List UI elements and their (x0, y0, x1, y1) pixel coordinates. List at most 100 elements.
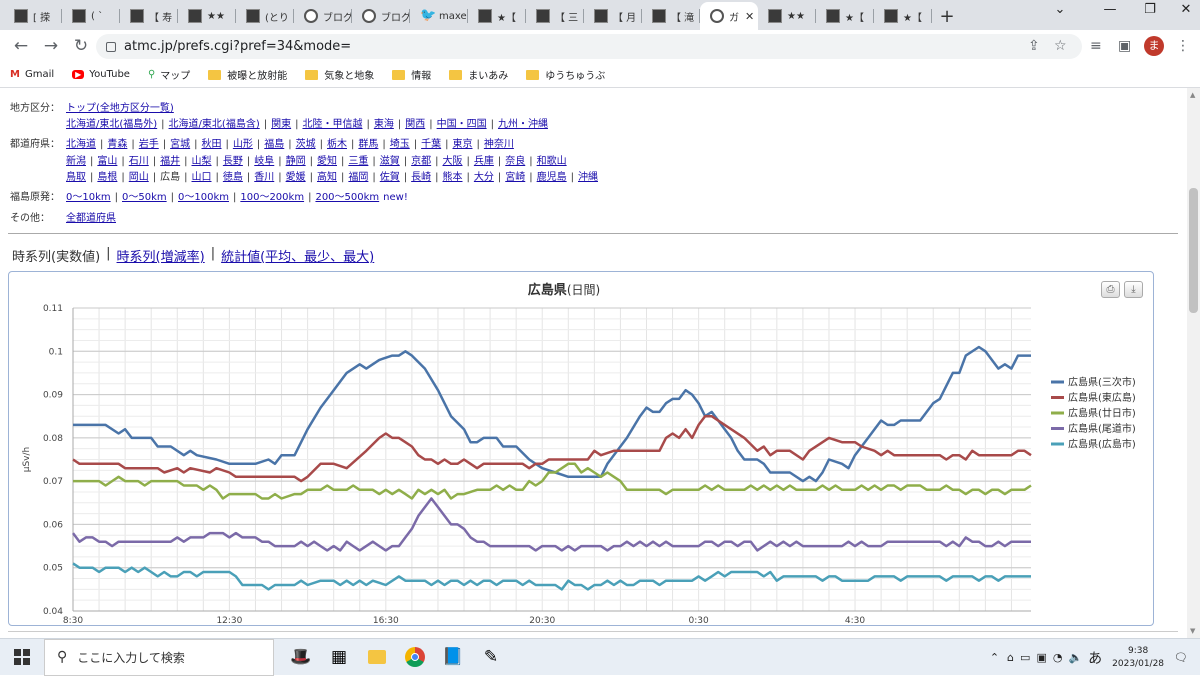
browser-tab[interactable]: ★★ (178, 2, 236, 30)
chrome-icon[interactable] (396, 639, 434, 676)
search-highlight-icon[interactable]: 🎩 (282, 639, 320, 676)
nav-link[interactable]: 中国・四国 (437, 119, 487, 130)
nav-link[interactable]: 0〜100km (178, 192, 229, 203)
notepad-icon[interactable]: 📘 (434, 639, 472, 676)
nav-link[interactable]: 宮崎 (505, 172, 525, 183)
nav-link[interactable]: 静岡 (286, 156, 306, 167)
app-icon[interactable]: ▦ (320, 639, 358, 676)
tab-close-icon[interactable]: ✕ (745, 10, 754, 23)
pen-icon[interactable]: ✎ (472, 639, 510, 676)
nav-link[interactable]: 山形 (233, 139, 253, 150)
browser-tab[interactable]: [ 㨲 (4, 2, 62, 30)
browser-tab[interactable]: ガ ✕ (700, 2, 758, 30)
nav-link[interactable]: 長崎 (411, 172, 431, 183)
nav-link[interactable]: 鳥取 (66, 172, 86, 183)
nav-link[interactable]: 北海道/東北(福島含) (169, 119, 260, 130)
nav-link[interactable]: 埼玉 (390, 139, 410, 150)
side-panel-icon[interactable]: ▣ (1118, 38, 1131, 54)
nav-link[interactable]: 山口 (192, 172, 212, 183)
nav-link[interactable]: 福島 (264, 139, 284, 150)
nav-link[interactable]: 関東 (271, 119, 291, 130)
nav-link[interactable]: 北陸・甲信越 (302, 119, 362, 130)
nav-link[interactable]: 香川 (254, 172, 274, 183)
network-icon[interactable]: ⌂ (1007, 651, 1014, 664)
scroll-up-icon[interactable]: ▲ (1190, 91, 1195, 99)
nav-link[interactable]: 奈良 (505, 156, 525, 167)
bookmark-star-icon[interactable]: ☆ (1054, 38, 1067, 54)
tab-timeseries-change[interactable]: 時系列(増減率) (117, 246, 205, 265)
notification-icon[interactable]: 🗨 (1174, 651, 1188, 664)
nav-link[interactable]: 長野 (223, 156, 243, 167)
address-bar[interactable]: atmc.jp/prefs.cgi?pref=34&mode= (96, 34, 1082, 59)
scroll-down-icon[interactable]: ▼ (1190, 627, 1195, 635)
nav-link[interactable]: 東海 (374, 119, 394, 130)
menu-kebab-icon[interactable]: ⋮ (1176, 38, 1190, 54)
chevron-up-icon[interactable]: ⌃ (990, 651, 999, 664)
page-scrollbar[interactable]: ▲ ▼ (1187, 88, 1200, 638)
nav-link[interactable]: 0〜10km (66, 192, 111, 203)
browser-tab[interactable]: ブログ (294, 2, 352, 30)
browser-tab[interactable]: ★【 (816, 2, 874, 30)
nav-link[interactable]: 千葉 (421, 139, 441, 150)
close-window-button[interactable]: ✕ (1166, 2, 1200, 17)
nav-link[interactable]: 沖縄 (578, 172, 598, 183)
nav-link[interactable]: 北海道/東北(福島外) (66, 119, 157, 130)
bookmark-item[interactable]: 情報 (392, 67, 431, 82)
nav-link[interactable]: トップ(全地方区分一覧) (66, 103, 174, 114)
nav-link[interactable]: 岡山 (129, 172, 149, 183)
nav-link[interactable]: 山梨 (192, 156, 212, 167)
nav-link[interactable]: 100〜200km (240, 192, 304, 203)
profile-avatar[interactable]: ま (1144, 36, 1164, 56)
ime-indicator[interactable]: あ (1088, 648, 1102, 668)
display-icon[interactable]: ▣ (1036, 651, 1046, 664)
nav-link[interactable]: 関西 (405, 119, 425, 130)
download-icon[interactable]: ⤓ (1124, 281, 1143, 298)
browser-tab[interactable]: (とり (236, 2, 294, 30)
nav-link[interactable]: 神奈川 (484, 139, 514, 150)
nav-link[interactable]: 兵庫 (474, 156, 494, 167)
nav-link[interactable]: 佐賀 (380, 172, 400, 183)
nav-link[interactable]: 栃木 (327, 139, 347, 150)
wifi-icon[interactable]: ◔ (1053, 651, 1063, 664)
nav-link[interactable]: 200〜500km (315, 192, 379, 203)
clock[interactable]: 9:38 2023/01/28 (1112, 645, 1164, 671)
nav-link[interactable]: 大阪 (443, 156, 463, 167)
scroll-thumb[interactable] (1189, 188, 1198, 313)
forward-arrow-icon[interactable]: → (36, 36, 66, 56)
nav-link[interactable]: 滋賀 (380, 156, 400, 167)
nav-link[interactable]: 秋田 (202, 139, 222, 150)
nav-link[interactable]: 東京 (453, 139, 473, 150)
browser-tab[interactable]: 【 三 (526, 2, 584, 30)
nav-link[interactable]: 九州・沖縄 (498, 119, 548, 130)
back-arrow-icon[interactable]: ← (6, 36, 36, 56)
reload-icon[interactable]: ↻ (66, 36, 96, 56)
nav-link[interactable]: 福井 (160, 156, 180, 167)
nav-link[interactable]: 岩手 (139, 139, 159, 150)
bookmark-item[interactable]: ▶ YouTube (72, 69, 130, 80)
nav-link[interactable]: 福岡 (348, 172, 368, 183)
maximize-button[interactable]: ❐ (1130, 2, 1170, 17)
nav-link[interactable]: 愛知 (317, 156, 337, 167)
bookmark-item[interactable]: ゆうちゅうぶ (526, 67, 605, 82)
browser-tab[interactable]: ★★ (758, 2, 816, 30)
minimize-button[interactable]: — (1090, 2, 1130, 17)
file-explorer-icon[interactable] (358, 639, 396, 676)
nav-link[interactable]: 青森 (107, 139, 127, 150)
taskbar-search-box[interactable]: ⚲ ここに入力して検索 (44, 638, 274, 676)
browser-tab[interactable]: ★【 (468, 2, 526, 30)
nav-link[interactable]: 全都道府県 (66, 213, 116, 224)
windows-start-icon[interactable] (0, 649, 44, 665)
nav-link[interactable]: 茨城 (296, 139, 316, 150)
nav-link[interactable]: 大分 (474, 172, 494, 183)
nav-link[interactable]: 宮城 (170, 139, 190, 150)
share-icon[interactable]: ⇪ (1028, 38, 1040, 54)
nav-link[interactable]: 和歌山 (537, 156, 567, 167)
nav-link[interactable]: 三重 (348, 156, 368, 167)
volume-icon[interactable]: 🔈 (1068, 651, 1082, 664)
nav-link[interactable]: 石川 (129, 156, 149, 167)
browser-tab[interactable]: 【 滝 (642, 2, 700, 30)
nav-link[interactable]: 熊本 (443, 172, 463, 183)
nav-link[interactable]: 京都 (411, 156, 431, 167)
nav-link[interactable]: 鹿児島 (537, 172, 567, 183)
print-icon[interactable]: ⎙ (1101, 281, 1120, 298)
